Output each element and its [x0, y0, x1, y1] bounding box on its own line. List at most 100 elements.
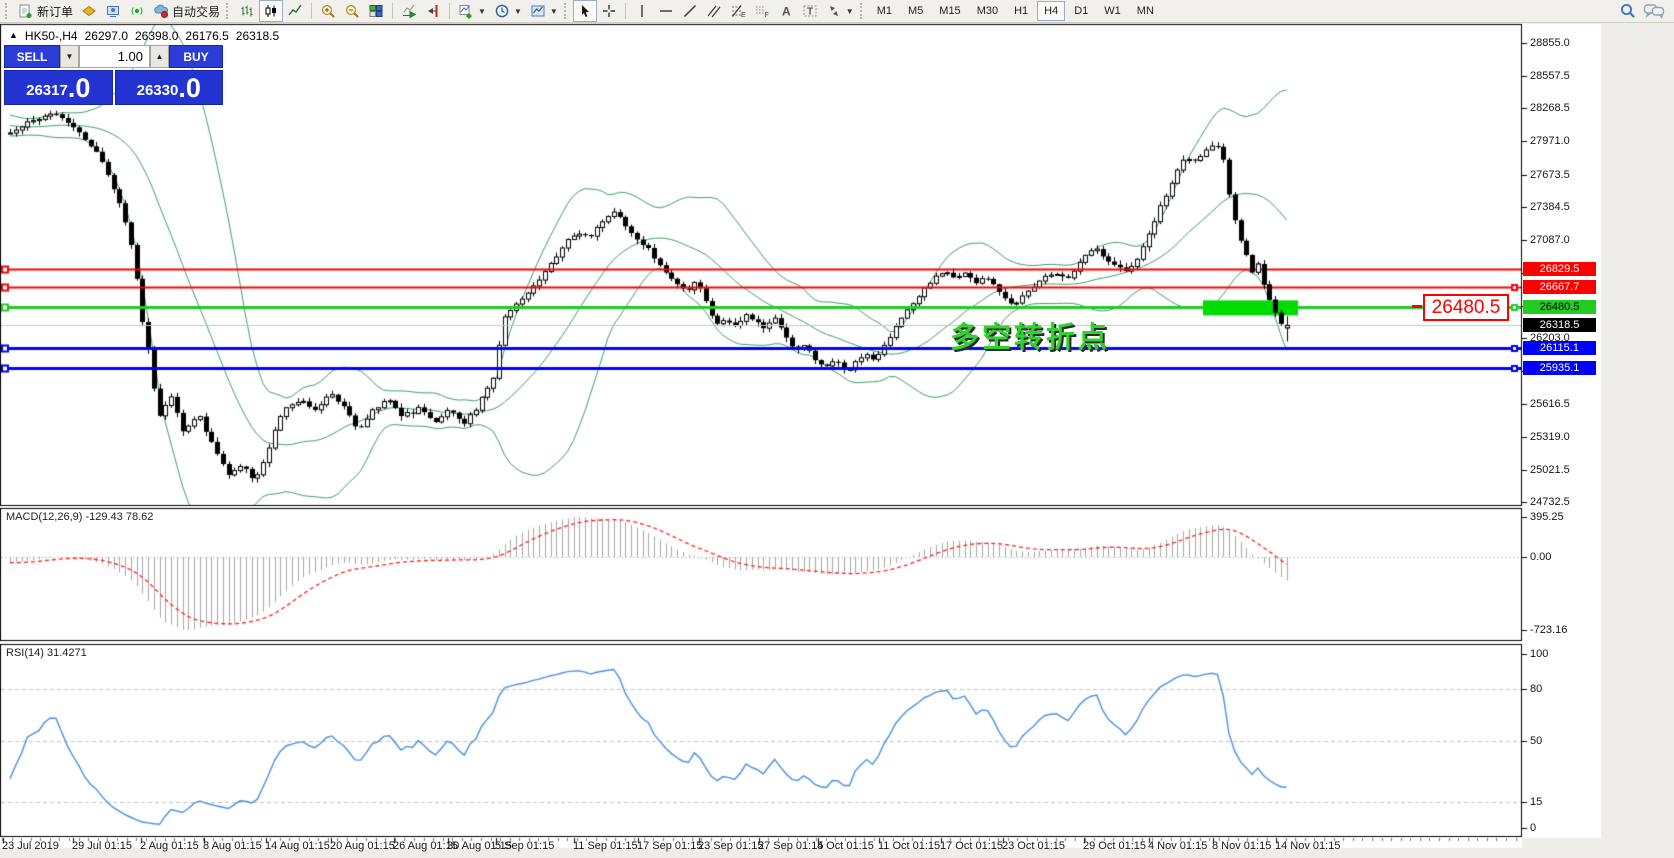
trendline-tool-button[interactable] [678, 0, 702, 22]
svg-text:A: A [782, 5, 791, 19]
gold-icon [81, 3, 97, 19]
macd-panel-separator[interactable] [0, 502, 1522, 509]
timeframe-d1[interactable]: D1 [1067, 1, 1095, 21]
text-tool-button[interactable]: A [774, 0, 798, 22]
line-chart-button[interactable] [283, 0, 307, 22]
cursor-button[interactable] [572, 0, 597, 22]
line-chart-icon [287, 3, 303, 19]
equidistant-channel-icon [706, 3, 722, 19]
auto-scroll-icon [401, 3, 417, 19]
zoom-out-icon [344, 3, 360, 19]
close-value: 26318.5 [235, 29, 280, 43]
low-value: 26176.5 [185, 29, 229, 43]
toolbar-grip[interactable] [5, 3, 10, 19]
crosshair-icon [601, 3, 617, 19]
svg-text:T: T [807, 7, 813, 18]
sell-price-panel[interactable]: 26317 .0 [4, 70, 113, 105]
auto-trading-icon [153, 3, 169, 19]
rsi-panel-separator[interactable] [0, 638, 1522, 645]
fibonacci-tool-button[interactable]: E [726, 0, 750, 22]
tile-windows-button[interactable] [364, 0, 388, 22]
indicators-dropdown-caret: ▼ [478, 6, 486, 16]
chart-shift-icon [425, 3, 441, 19]
volume-input[interactable]: 1.00 [79, 45, 150, 68]
timeframe-m30[interactable]: M30 [970, 1, 1005, 21]
grid-icon: F [754, 3, 770, 19]
tile-windows-icon [368, 3, 384, 19]
arrows-tool-button[interactable]: ▼ [822, 0, 858, 22]
main-toolbar: 新订单 自动交易 ▼ ▼ ▼ E F A T ▼ M1 M5 M15 M30 H… [0, 0, 1674, 23]
buy-price-fraction: .0 [178, 73, 201, 103]
periods-dropdown-caret: ▼ [513, 6, 522, 16]
sell-price-main: 26317 [26, 82, 68, 99]
auto-trading-label: 自动交易 [172, 4, 221, 19]
templates-icon [530, 3, 546, 19]
sell-price-fraction: .0 [67, 73, 91, 103]
timeframe-h4[interactable]: H4 [1037, 1, 1066, 21]
volume-decrease-button[interactable]: ▼ [60, 45, 79, 68]
buy-button[interactable]: BUY [169, 45, 223, 68]
toolbar-grip[interactable] [226, 3, 231, 19]
svg-text:F: F [764, 12, 768, 19]
remote-terminal-button[interactable] [101, 0, 125, 22]
zoom-out-button[interactable] [340, 0, 364, 22]
timeframe-m1[interactable]: M1 [870, 1, 899, 21]
high-value: 26398.0 [135, 29, 179, 43]
timeframe-m5[interactable]: M5 [901, 1, 930, 21]
templates-button[interactable]: ▼ [526, 0, 562, 22]
quote-panel-toggle[interactable]: ▲ [9, 30, 18, 44]
timeframe-w1[interactable]: W1 [1097, 1, 1128, 21]
zoom-in-icon [320, 3, 336, 19]
bar-chart-button[interactable] [235, 0, 259, 22]
toolbar-grip[interactable] [563, 3, 569, 19]
open-value: 26297.0 [84, 29, 128, 43]
sell-button[interactable]: SELL [4, 45, 60, 68]
price-chart-canvas[interactable] [0, 0, 1674, 858]
grid-tool-button[interactable]: F [750, 0, 774, 22]
text-icon: A [778, 3, 794, 19]
arrows-dropdown-caret: ▼ [845, 6, 854, 16]
clock-icon [494, 3, 510, 19]
new-order-icon [18, 3, 34, 19]
horizontal-line-tool-button[interactable] [654, 0, 678, 22]
gold-button[interactable] [77, 0, 101, 22]
zoom-in-button[interactable] [316, 0, 340, 22]
text-label-icon: T [802, 3, 818, 19]
buy-price-main: 26330 [136, 82, 179, 99]
indicators-icon [458, 3, 474, 19]
signal-icon [129, 3, 145, 19]
chat-icon[interactable] [1643, 2, 1665, 20]
vertical-line-icon [634, 3, 650, 19]
timeframe-m15[interactable]: M15 [932, 1, 967, 21]
equidistant-channel-tool-button[interactable] [702, 0, 726, 22]
svg-text:E: E [741, 12, 746, 19]
horizontal-line-icon [658, 3, 674, 19]
chart-shift-button[interactable] [421, 0, 445, 22]
arrows-icon [826, 3, 842, 19]
periods-button[interactable]: ▼ [490, 0, 526, 22]
one-click-trading-panel: SELL ▼ 1.00 ▲ BUY 26317 .0 26330 .0 [4, 45, 223, 105]
new-order-button[interactable]: 新订单 [14, 0, 77, 22]
text-label-tool-button[interactable]: T [798, 0, 822, 22]
fibonacci-icon: E [730, 3, 746, 19]
chart-ohlc-header: ▲ HK50-,H4 26297.0 26398.0 26176.5 26318… [9, 29, 279, 43]
templates-dropdown-caret: ▼ [549, 6, 558, 16]
buy-price-panel[interactable]: 26330 .0 [114, 70, 223, 105]
terminal-icon [105, 3, 121, 19]
crosshair-button[interactable] [597, 0, 621, 22]
toolbar-grip[interactable] [859, 3, 865, 19]
volume-increase-button[interactable]: ▲ [150, 45, 169, 68]
candlestick-chart-button[interactable] [259, 0, 284, 22]
timeframe-mn[interactable]: MN [1130, 1, 1161, 21]
vertical-line-tool-button[interactable] [630, 0, 654, 22]
mt4-window: { "toolbar": { "new_order_label": "新订单",… [0, 0, 1674, 858]
timeframe-h1[interactable]: H1 [1007, 1, 1035, 21]
new-order-label: 新订单 [37, 4, 74, 19]
bar-chart-icon [239, 3, 255, 19]
signal-button[interactable] [125, 0, 149, 22]
indicators-button[interactable]: ▼ [454, 0, 490, 22]
search-icon[interactable] [1619, 2, 1637, 20]
candlestick-icon [263, 3, 279, 19]
auto-scroll-button[interactable] [397, 0, 421, 22]
auto-trading-button[interactable]: 自动交易 [149, 0, 224, 22]
